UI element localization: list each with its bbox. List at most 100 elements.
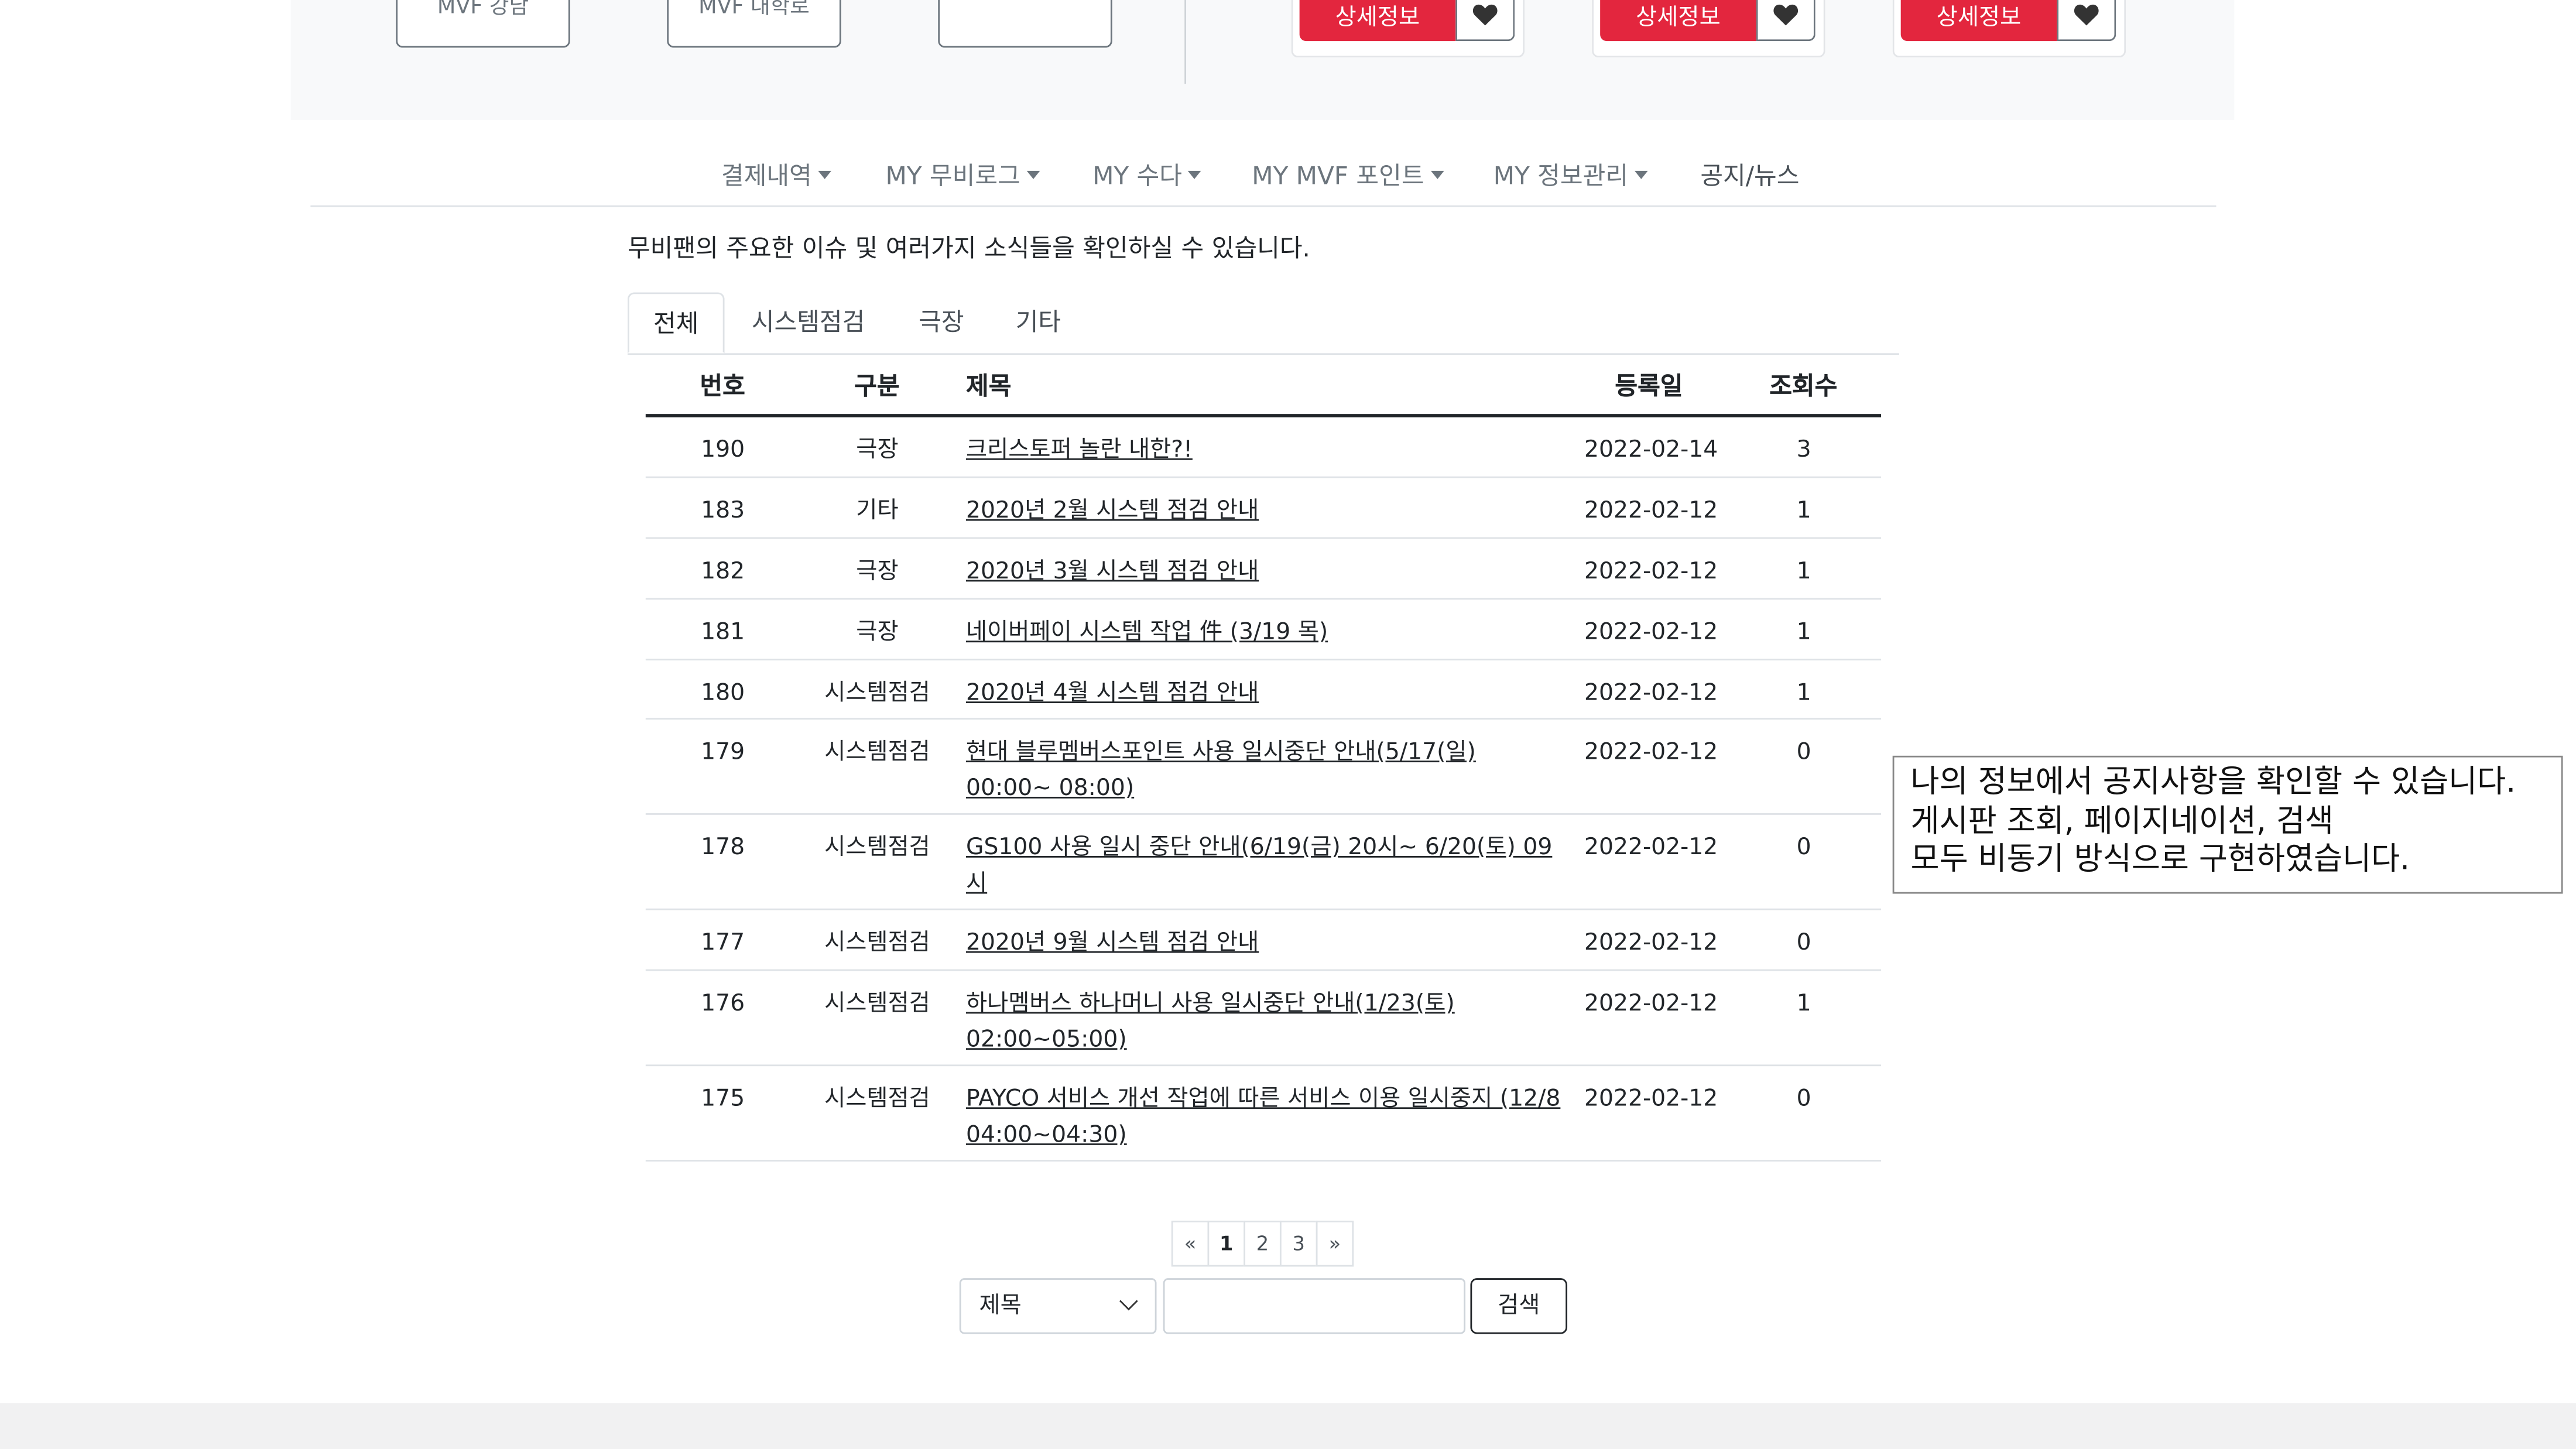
row-title-link[interactable]: GS100 사용 일시 중단 안내(6/19(금) 20시~ 6/20(토) 0… (966, 830, 1561, 902)
tab-theater[interactable]: 극장 (900, 292, 982, 353)
cinema-button-daehakro[interactable]: MVF 대학로 (667, 0, 841, 48)
movie-card: 상세정보 (1592, 0, 1825, 58)
row-date: 2022-02-12 (1584, 498, 1718, 525)
row-title-link[interactable]: 2020년 3월 시스템 점검 안내 (966, 554, 1561, 590)
row-date: 2022-02-14 (1584, 437, 1718, 464)
page-button[interactable]: 2 (1244, 1220, 1282, 1267)
cinema-button-gangnam[interactable]: MVF 강남 (396, 0, 570, 48)
row-category: 시스템점검 (824, 739, 930, 766)
row-num: 176 (701, 991, 745, 1017)
detail-button[interactable]: 상세정보 (1299, 0, 1456, 42)
heart-icon (1472, 4, 1498, 26)
row-category: 시스템점검 (824, 991, 930, 1017)
tab-system-check[interactable]: 시스템점검 (733, 292, 884, 353)
callout-line: 게시판 조회, 페이지네이션, 검색 (1910, 802, 2334, 839)
column-header-date: 등록일 (1615, 371, 1683, 401)
row-title-link[interactable]: 하나멤버스 하나머니 사용 일시중단 안내(1/23(토) 02:00~05:0… (966, 986, 1561, 1058)
caret-down-icon (818, 170, 832, 179)
notice-intro-text: 무비팬의 주요한 이슈 및 여러가지 소식들을 확인하실 수 있습니다. (627, 233, 1310, 263)
row-date: 2022-02-12 (1584, 930, 1718, 957)
like-button[interactable] (1455, 0, 1515, 42)
table-row: 182 극장 2020년 3월 시스템 점검 안내 2022-02-12 1 (645, 539, 1882, 600)
caret-down-icon (1027, 170, 1040, 179)
like-button[interactable] (2057, 0, 2116, 42)
callout-line: 모두 비동기 방식으로 구현하였습니다. (1910, 841, 2410, 878)
row-num: 181 (701, 619, 745, 646)
pagination: « 1 2 3 » (1171, 1220, 1354, 1267)
row-views: 0 (1796, 834, 1811, 861)
tab-bar-line (627, 353, 1899, 355)
page-button[interactable]: 3 (1279, 1220, 1318, 1267)
nav-item-chat[interactable]: MY 수다 (1092, 157, 1202, 192)
nav-item-points[interactable]: MY MVF 포인트 (1252, 157, 1444, 192)
row-views: 1 (1796, 559, 1811, 585)
nav-item-notice[interactable]: 공지/뉴스 (1700, 157, 1799, 192)
movie-card: 상세정보 (1892, 0, 2126, 58)
row-date: 2022-02-12 (1584, 991, 1718, 1017)
footer (0, 1403, 2576, 1449)
row-date: 2022-02-12 (1584, 739, 1718, 766)
column-header-views: 조회수 (1769, 371, 1838, 401)
row-title-link[interactable]: 네이버페이 시스템 작업 件 (3/19 목) (966, 614, 1561, 650)
row-views: 3 (1796, 437, 1811, 464)
row-title-link[interactable]: 2020년 9월 시스템 점검 안내 (966, 925, 1561, 961)
mypage-nav: 결제내역 MY 무비로그 MY 수다 MY MVF 포인트 MY 정보관리 공지… (310, 141, 2217, 207)
row-views: 0 (1796, 930, 1811, 957)
table-row: 180 시스템점검 2020년 4월 시스템 점검 안내 2022-02-12 … (645, 660, 1882, 720)
cinema-button-empty[interactable] (938, 0, 1112, 48)
row-num: 180 (701, 680, 745, 707)
heart-icon (2074, 4, 2099, 26)
panel-divider (1184, 0, 1187, 84)
row-views: 1 (1796, 680, 1811, 707)
detail-button[interactable]: 상세정보 (1900, 0, 2057, 42)
row-category: 극장 (856, 559, 899, 585)
table-row: 176 시스템점검 하나멤버스 하나머니 사용 일시중단 안내(1/23(토) … (645, 971, 1882, 1067)
like-button[interactable] (1756, 0, 1815, 42)
row-date: 2022-02-12 (1584, 834, 1718, 861)
column-header-num: 번호 (700, 371, 745, 401)
row-date: 2022-02-12 (1584, 559, 1718, 585)
page-prev-button[interactable]: « (1171, 1220, 1210, 1267)
row-num: 182 (701, 559, 745, 585)
page-button[interactable]: 1 (1207, 1220, 1246, 1267)
table-row: 177 시스템점검 2020년 9월 시스템 점검 안내 2022-02-12 … (645, 910, 1882, 971)
tab-all[interactable]: 전체 (627, 292, 725, 354)
row-views: 1 (1796, 991, 1811, 1017)
row-num: 190 (701, 437, 745, 464)
heart-icon (1773, 4, 1799, 26)
row-title-link[interactable]: 현대 블루멤버스포인트 사용 일시중단 안내(5/17(일) 00:00~ 08… (966, 734, 1561, 806)
search-type-select[interactable]: 제목 (959, 1278, 1157, 1334)
row-views: 1 (1796, 619, 1811, 646)
row-num: 177 (701, 930, 745, 957)
caret-down-icon (1635, 170, 1648, 179)
row-category: 시스템점검 (824, 1085, 930, 1112)
page-next-button[interactable]: » (1316, 1220, 1354, 1267)
detail-button[interactable]: 상세정보 (1600, 0, 1756, 42)
caret-down-icon (1430, 170, 1444, 179)
row-category: 극장 (856, 437, 899, 464)
nav-item-account[interactable]: MY 정보관리 (1493, 157, 1648, 192)
row-title-link[interactable]: PAYCO 서비스 개선 작업에 따른 서비스 이용 일시중지 (12/8 04… (966, 1081, 1561, 1153)
nav-item-movielog[interactable]: MY 무비로그 (885, 157, 1040, 192)
table-row: 181 극장 네이버페이 시스템 작업 件 (3/19 목) 2022-02-1… (645, 600, 1882, 661)
row-num: 183 (701, 498, 745, 525)
row-title-link[interactable]: 크리스토퍼 놀란 내한?! (966, 432, 1561, 468)
table-row: 179 시스템점검 현대 블루멤버스포인트 사용 일시중단 안내(5/17(일)… (645, 720, 1882, 815)
movie-card: 상세정보 (1291, 0, 1525, 58)
caret-down-icon (1188, 170, 1202, 179)
search-input[interactable] (1163, 1278, 1466, 1334)
nav-item-payments[interactable]: 결제내역 (721, 157, 832, 192)
row-title-link[interactable]: 2020년 4월 시스템 점검 안내 (966, 675, 1561, 711)
row-category: 시스템점검 (824, 680, 930, 707)
row-title-link[interactable]: 2020년 2월 시스템 점검 안내 (966, 493, 1561, 529)
column-header-title: 제목 (965, 371, 1012, 401)
search-type-value: 제목 (979, 1293, 1022, 1320)
row-views: 1 (1796, 498, 1811, 525)
tab-etc[interactable]: 기타 (997, 292, 1079, 353)
row-date: 2022-02-12 (1584, 1085, 1718, 1112)
row-date: 2022-02-12 (1584, 619, 1718, 646)
search-button[interactable]: 검색 (1470, 1278, 1568, 1334)
row-category: 시스템점검 (824, 930, 930, 957)
row-views: 0 (1796, 1085, 1811, 1112)
row-category: 기타 (856, 498, 899, 525)
